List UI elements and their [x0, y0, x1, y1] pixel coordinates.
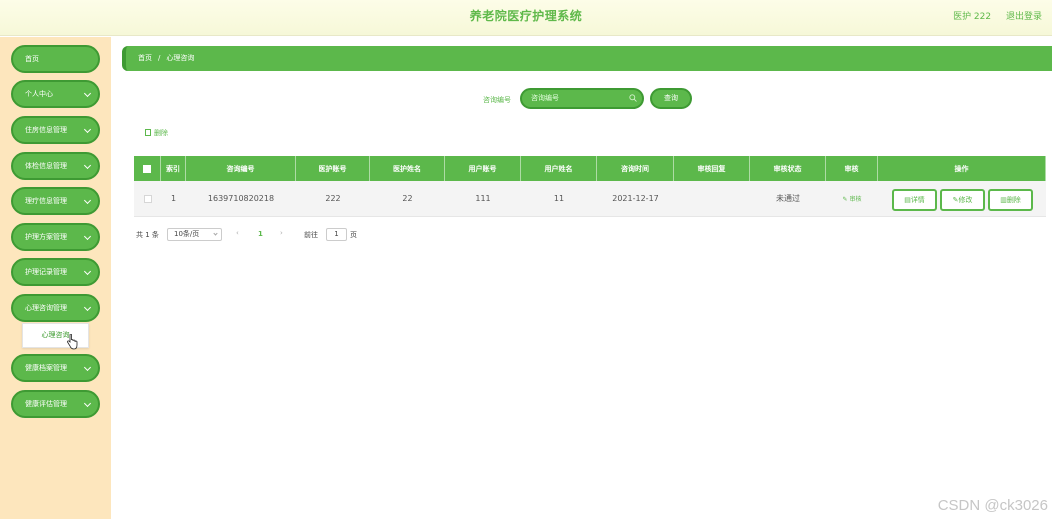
table-row: 1 1639710820218 222 22 111 11 2021-12-17 未通过 ✎ 审… [134, 181, 1046, 217]
sidebar-item-label: 住房信息管理 [25, 126, 67, 134]
breadcrumb-separator: / [158, 54, 161, 62]
sidebar-item-8[interactable]: 健康档案管理 [11, 354, 100, 382]
logout-link[interactable]: 退出登录 [1006, 12, 1042, 22]
consult-table: 索引 咨询编号 医护账号 医护姓名 用户账号 用户姓名 咨询时间 审核回复 审核状态 审核 操作 1… [134, 156, 1046, 217]
chevron-down-icon [83, 161, 92, 170]
chevron-down-icon [213, 231, 218, 236]
document-icon: ▤ [904, 196, 911, 204]
chevron-down-icon [83, 196, 92, 205]
search-button[interactable]: 查询 [650, 88, 692, 109]
trash-icon [145, 129, 151, 136]
sidebar-item-5[interactable]: 护理方案管理 [11, 223, 100, 251]
sidebar-item-label: 心理咨询管理 [25, 304, 67, 312]
column-header: 咨询时间 [597, 156, 674, 181]
page-size-value: 10条/页 [174, 230, 200, 238]
pagination-total: 共 1 条 [136, 231, 159, 239]
search-placeholder: 咨询编号 [531, 94, 559, 102]
select-all-checkbox[interactable] [143, 164, 151, 173]
sidebar-item-2[interactable]: 住房信息管理 [11, 116, 100, 144]
sidebar-item-label: 体检信息管理 [25, 162, 67, 170]
breadcrumb: 首页 / 心理咨询 [122, 46, 1052, 71]
sidebar-item-label: 个人中心 [25, 90, 53, 98]
user-area: 医护 222 退出登录 [941, 9, 1042, 22]
cell-consult_time: 2021-12-17 [612, 194, 659, 203]
sidebar-item-6[interactable]: 护理记录管理 [11, 258, 100, 286]
search-label: 咨询编号 [483, 96, 511, 104]
cell-staff_name: 22 [402, 194, 413, 203]
chevron-down-icon [83, 267, 92, 276]
page-size-select[interactable]: 10条/页 [167, 228, 222, 241]
app-title: 养老院医疗护理系统 [469, 9, 583, 23]
column-header: 用户姓名 [521, 156, 597, 181]
audit-cell: ✎ 审核 [826, 181, 878, 216]
cell-status: 未通过 [776, 194, 800, 203]
top-header: 养老院医疗护理系统 医护 222 退出登录 [0, 0, 1052, 36]
goto-unit: 页 [350, 231, 357, 239]
page-number-current[interactable]: 1 [258, 230, 263, 238]
submenu-item-consult[interactable]: 心理咨询 [22, 323, 89, 348]
hand-pointer-icon [67, 334, 78, 350]
search-input[interactable]: 咨询编号 [520, 88, 644, 109]
sidebar-item-label: 首页 [25, 55, 39, 63]
sidebar-item-label: 理疗信息管理 [25, 197, 67, 205]
delete-button[interactable]: ▥ 删除 [988, 189, 1033, 211]
column-header: 用户账号 [445, 156, 521, 181]
current-user: 医护 222 [953, 12, 992, 22]
cell-index: 1 [170, 194, 177, 203]
cell-user_name: 11 [553, 194, 565, 203]
cell-reply [674, 181, 750, 216]
chevron-down-icon [83, 125, 92, 134]
edit-label: 修改 [958, 196, 973, 204]
sidebar-item-0[interactable]: 首页 [11, 45, 100, 73]
sidebar-item-7[interactable]: 心理咨询管理 [11, 294, 100, 322]
audit-label: 审核 [849, 196, 862, 203]
sidebar-item-label: 健康档案管理 [25, 364, 67, 372]
breadcrumb-home[interactable]: 首页 [138, 54, 152, 62]
chevron-down-icon [83, 363, 92, 372]
goto-label: 前往 [304, 231, 318, 239]
chevron-down-icon [83, 303, 92, 312]
operation-cell: ▤ 详情 ✎ 修改 ▥ 删除 [878, 181, 1046, 216]
column-header: 医护姓名 [370, 156, 445, 181]
batch-delete-button[interactable]: 删除 [145, 128, 168, 138]
watermark: CSDN @ck3026 [937, 497, 1048, 514]
column-header: 操作 [878, 156, 1046, 181]
header-checkbox-cell [134, 156, 161, 181]
chevron-down-icon [83, 89, 92, 98]
column-header: 索引 [161, 156, 186, 181]
row-checkbox[interactable] [143, 194, 152, 203]
edit-button[interactable]: ✎ 修改 [940, 189, 985, 211]
column-header: 审核 [826, 156, 878, 181]
chevron-down-icon [83, 232, 92, 241]
batch-delete-label: 删除 [154, 129, 168, 137]
delete-label: 删除 [1006, 196, 1021, 204]
sidebar-item-label: 护理方案管理 [25, 233, 67, 241]
detail-button[interactable]: ▤ 详情 [892, 189, 937, 211]
column-header: 医护账号 [296, 156, 370, 181]
cell-user_account: 111 [475, 194, 491, 203]
trash-icon: ▥ [1000, 196, 1007, 204]
breadcrumb-current: 心理咨询 [166, 54, 195, 62]
sidebar-item-label: 健康评估管理 [25, 400, 67, 408]
column-header: 审核状态 [750, 156, 826, 181]
cell-staff_account: 222 [325, 194, 341, 203]
column-header: 咨询编号 [186, 156, 296, 181]
detail-label: 详情 [910, 196, 925, 204]
chevron-down-icon [83, 399, 92, 408]
sidebar-item-9[interactable]: 健康评估管理 [11, 390, 100, 418]
cell-consult_no: 1639710820218 [207, 194, 275, 203]
sidebar-item-4[interactable]: 理疗信息管理 [11, 187, 100, 215]
column-header: 审核回复 [674, 156, 750, 181]
sidebar-item-1[interactable]: 个人中心 [11, 80, 100, 108]
table-header: 索引 咨询编号 医护账号 医护姓名 用户账号 用户姓名 咨询时间 审核回复 审核状态 审核 操作 [134, 156, 1046, 181]
sidebar-item-label: 护理记录管理 [25, 268, 67, 276]
next-page-icon[interactable]: › [280, 229, 283, 237]
goto-page-input[interactable]: 1 [326, 228, 347, 241]
search-icon [629, 94, 637, 102]
prev-page-icon[interactable]: ‹ [236, 229, 239, 237]
sidebar-item-3[interactable]: 体检信息管理 [11, 152, 100, 180]
row-checkbox-cell [134, 181, 161, 216]
audit-link[interactable]: ✎ 审核 [843, 194, 862, 203]
